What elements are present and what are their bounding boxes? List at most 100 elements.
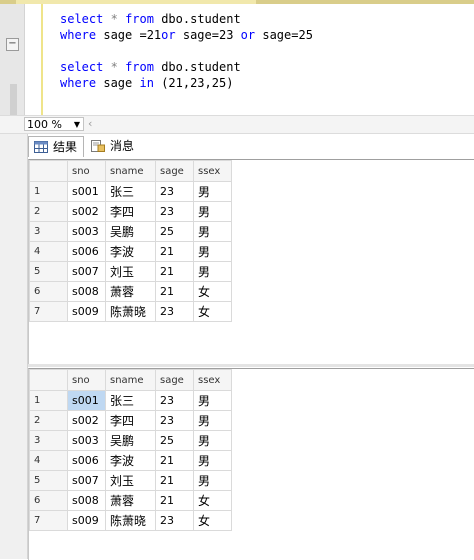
row-number[interactable]: 7	[29, 510, 68, 531]
cell-sno[interactable]: s009	[67, 301, 106, 322]
cell-sage[interactable]: 21	[155, 261, 194, 282]
cell-sname[interactable]: 李波	[105, 450, 156, 471]
cell-sname[interactable]: 张三	[105, 390, 156, 411]
table-row[interactable]: 7 s009 陈萧晓 23 女	[29, 510, 232, 531]
column-header-sno[interactable]: sno	[67, 160, 106, 182]
collapse-toggle-icon[interactable]: −	[6, 38, 19, 51]
cell-sno[interactable]: s008	[67, 281, 106, 302]
cell-ssex[interactable]: 女	[193, 510, 232, 531]
row-number[interactable]: 4	[29, 450, 68, 471]
cell-sname[interactable]: 李四	[105, 410, 156, 431]
cell-sno[interactable]: s009	[67, 510, 106, 531]
row-header-corner[interactable]	[29, 160, 68, 182]
cell-sage[interactable]: 25	[155, 221, 194, 242]
grid-splitter[interactable]	[28, 364, 474, 367]
table-row[interactable]: 2 s002 李四 23 男	[29, 410, 232, 431]
table-row[interactable]: 5 s007 刘玉 21 男	[29, 470, 232, 491]
row-number[interactable]: 3	[29, 221, 68, 242]
table-row[interactable]: 2 s002 李四 23 男	[29, 201, 232, 222]
cell-sno[interactable]: s002	[67, 201, 106, 222]
cell-sage[interactable]: 21	[155, 241, 194, 262]
cell-sname[interactable]: 吴鹏	[105, 221, 156, 242]
cell-sno[interactable]: s007	[67, 261, 106, 282]
cell-sage[interactable]: 23	[155, 410, 194, 431]
cell-sage[interactable]: 23	[155, 390, 194, 411]
cell-sname[interactable]: 刘玉	[105, 261, 156, 282]
tab-results[interactable]: 结果	[28, 136, 84, 157]
cell-sno[interactable]: s003	[67, 430, 106, 451]
cell-sname[interactable]: 陈萧晓	[105, 510, 156, 531]
cell-sno[interactable]: s001	[67, 181, 106, 202]
cell-sno[interactable]: s002	[67, 410, 106, 431]
tab-messages[interactable]: 消息	[86, 136, 140, 157]
row-number[interactable]: 4	[29, 241, 68, 262]
row-number[interactable]: 5	[29, 261, 68, 282]
cell-sno[interactable]: s007	[67, 470, 106, 491]
cell-sage[interactable]: 21	[155, 450, 194, 471]
zoom-dropdown[interactable]: 100 % ▼	[24, 117, 84, 131]
cell-sage[interactable]: 23	[155, 181, 194, 202]
cell-sage[interactable]: 23	[155, 201, 194, 222]
cell-ssex[interactable]: 男	[193, 221, 232, 242]
row-number[interactable]: 1	[29, 390, 68, 411]
column-header-ssex[interactable]: ssex	[193, 160, 232, 182]
cell-ssex[interactable]: 女	[193, 490, 232, 511]
query-editor[interactable]: − select * from dbo.student where sage =…	[0, 4, 474, 115]
table-row[interactable]: 1 s001 张三 23 男	[29, 390, 232, 411]
row-number[interactable]: 3	[29, 430, 68, 451]
cell-ssex[interactable]: 男	[193, 201, 232, 222]
cell-ssex[interactable]: 男	[193, 181, 232, 202]
cell-sname[interactable]: 张三	[105, 181, 156, 202]
cell-sno[interactable]: s008	[67, 490, 106, 511]
cell-sage[interactable]: 25	[155, 430, 194, 451]
cell-sno[interactable]: s006	[67, 450, 106, 471]
cell-sname[interactable]: 刘玉	[105, 470, 156, 491]
row-number[interactable]: 5	[29, 470, 68, 491]
cell-sname[interactable]: 吴鹏	[105, 430, 156, 451]
cell-sname[interactable]: 萧蓉	[105, 490, 156, 511]
table-row[interactable]: 3 s003 吴鹏 25 男	[29, 430, 232, 451]
column-header-sage[interactable]: sage	[155, 160, 194, 182]
table-row[interactable]: 6 s008 萧蓉 21 女	[29, 281, 232, 302]
row-number[interactable]: 7	[29, 301, 68, 322]
table-row[interactable]: 1 s001 张三 23 男	[29, 181, 232, 202]
scroll-left-icon[interactable]: ‹	[88, 117, 92, 131]
cell-ssex[interactable]: 男	[193, 430, 232, 451]
table-row[interactable]: 4 s006 李波 21 男	[29, 450, 232, 471]
cell-ssex[interactable]: 女	[193, 281, 232, 302]
chevron-down-icon[interactable]: ▼	[74, 118, 80, 132]
column-header-sname[interactable]: sname	[105, 160, 156, 182]
cell-sname[interactable]: 李四	[105, 201, 156, 222]
column-header-sage[interactable]: sage	[155, 369, 194, 391]
cell-ssex[interactable]: 男	[193, 450, 232, 471]
column-header-ssex[interactable]: ssex	[193, 369, 232, 391]
table-row[interactable]: 5 s007 刘玉 21 男	[29, 261, 232, 282]
cell-ssex[interactable]: 男	[193, 410, 232, 431]
cell-ssex[interactable]: 女	[193, 301, 232, 322]
table-row[interactable]: 7 s009 陈萧晓 23 女	[29, 301, 232, 322]
row-header-corner[interactable]	[29, 369, 68, 391]
cell-ssex[interactable]: 男	[193, 241, 232, 262]
cell-sno[interactable]: s006	[67, 241, 106, 262]
cell-sname[interactable]: 李波	[105, 241, 156, 262]
cell-sage[interactable]: 23	[155, 510, 194, 531]
cell-sage[interactable]: 21	[155, 490, 194, 511]
cell-ssex[interactable]: 男	[193, 390, 232, 411]
cell-sno[interactable]: s001	[67, 390, 106, 411]
column-header-sname[interactable]: sname	[105, 369, 156, 391]
row-number[interactable]: 6	[29, 490, 68, 511]
result-grid-1[interactable]: sno sname sage ssex 1 s001 张三 23 男 2 s002 李四 23 男…	[28, 159, 474, 364]
row-number[interactable]: 2	[29, 201, 68, 222]
cell-ssex[interactable]: 男	[193, 261, 232, 282]
column-header-sno[interactable]: sno	[67, 369, 106, 391]
table-row[interactable]: 3 s003 吴鹏 25 男	[29, 221, 232, 242]
cell-sname[interactable]: 萧蓉	[105, 281, 156, 302]
row-number[interactable]: 2	[29, 410, 68, 431]
cell-sname[interactable]: 陈萧晓	[105, 301, 156, 322]
table-row[interactable]: 6 s008 萧蓉 21 女	[29, 490, 232, 511]
table-row[interactable]: 4 s006 李波 21 男	[29, 241, 232, 262]
cell-sno[interactable]: s003	[67, 221, 106, 242]
cell-sage[interactable]: 21	[155, 470, 194, 491]
cell-ssex[interactable]: 男	[193, 470, 232, 491]
row-number[interactable]: 1	[29, 181, 68, 202]
